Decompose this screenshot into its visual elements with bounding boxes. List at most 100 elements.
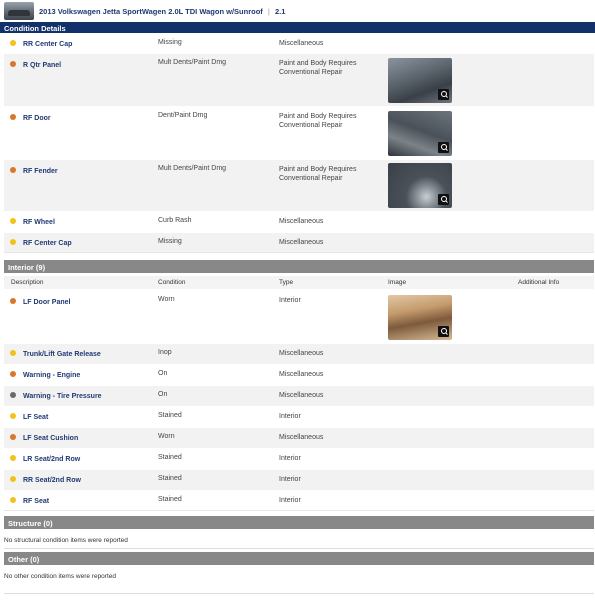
table-row: LF Seat Cushion Worn Miscellaneous — [4, 428, 594, 448]
severity-dot-icon — [10, 371, 16, 377]
table-row: RR Seat/2nd Row Stained Interior — [4, 470, 594, 490]
other-section-header[interactable]: Other (0) — [4, 552, 594, 565]
damage-photo[interactable] — [388, 295, 452, 340]
item-condition: Worn — [158, 433, 175, 440]
severity-dot-icon — [10, 392, 16, 398]
item-description[interactable]: LF Seat — [23, 414, 48, 421]
item-description[interactable]: RF Seat — [23, 498, 49, 505]
item-description[interactable]: RR Center Cap — [23, 41, 72, 48]
table-row: LR Seat/2nd Row Stained Interior — [4, 449, 594, 469]
severity-dot-icon — [10, 455, 16, 461]
item-condition: Missing — [158, 39, 182, 46]
title-separator: | — [267, 7, 270, 16]
vehicle-thumbnail[interactable] — [4, 2, 34, 20]
item-type: Miscellaneous — [279, 239, 324, 246]
column-header-description: Description — [11, 279, 44, 286]
item-type: Paint and Body Requires Conventional Rep… — [279, 60, 357, 76]
column-header-type: Type — [279, 279, 294, 286]
item-condition: Worn — [158, 296, 175, 303]
table-row: LF Door Panel Worn Interior — [4, 290, 594, 343]
table-row: Trunk/Lift Gate Release Inop Miscellaneo… — [4, 344, 594, 364]
table-row: RF Wheel Curb Rash Miscellaneous — [4, 212, 594, 232]
column-header-image: Image — [388, 279, 407, 286]
table-row: RF Center Cap Missing Miscellaneous — [4, 233, 594, 253]
item-description[interactable]: RR Seat/2nd Row — [23, 477, 81, 484]
item-type: Interior — [279, 497, 301, 504]
severity-dot-icon — [10, 40, 16, 46]
other-empty-note: No other condition items were reported — [4, 573, 117, 580]
zoom-icon[interactable] — [438, 194, 449, 205]
severity-dot-icon — [10, 239, 16, 245]
item-condition: Mult Dents/Paint Dmg — [158, 59, 227, 66]
damage-photo[interactable] — [388, 58, 452, 103]
item-type: Miscellaneous — [279, 392, 324, 399]
interior-section-title: Interior (9) — [8, 262, 46, 272]
item-type: Paint and Body Requires Conventional Rep… — [279, 166, 357, 182]
divider — [4, 548, 594, 549]
item-condition: Dent/Paint Dmg — [158, 112, 208, 119]
damage-photo[interactable] — [388, 163, 452, 208]
table-row: RF Door Dent/Paint Dmg Paint and Body Re… — [4, 107, 594, 159]
column-header-condition: Condition — [158, 279, 186, 286]
table-row: Warning - Tire Pressure On Miscellaneous — [4, 386, 594, 406]
item-description[interactable]: RF Door — [23, 115, 51, 122]
vehicle-title-line: 2013 Volkswagen Jetta SportWagen 2.0L TD… — [39, 7, 285, 16]
item-condition: Missing — [158, 238, 182, 245]
item-type: Miscellaneous — [279, 371, 324, 378]
item-description[interactable]: R Qtr Panel — [23, 62, 61, 69]
item-condition: Stained — [158, 475, 182, 482]
severity-dot-icon — [10, 218, 16, 224]
severity-dot-icon — [10, 434, 16, 440]
table-row: RR Center Cap Missing Miscellaneous — [4, 34, 594, 53]
item-description[interactable]: Warning - Engine — [23, 372, 80, 379]
divider — [4, 593, 594, 594]
item-description[interactable]: LF Door Panel — [23, 299, 70, 306]
severity-dot-icon — [10, 167, 16, 173]
condition-details-title: Condition Details — [4, 23, 66, 33]
severity-dot-icon — [10, 298, 16, 304]
item-condition: Curb Rash — [158, 217, 192, 224]
table-row: RF Fender Mult Dents/Paint Dmg Paint and… — [4, 160, 594, 211]
severity-dot-icon — [10, 350, 16, 356]
damage-photo[interactable] — [388, 111, 452, 156]
item-description[interactable]: Trunk/Lift Gate Release — [23, 351, 101, 358]
table-row: LF Seat Stained Interior — [4, 407, 594, 427]
item-condition: Stained — [158, 412, 182, 419]
item-description[interactable]: LF Seat Cushion — [23, 435, 78, 442]
item-condition: Stained — [158, 496, 182, 503]
item-type: Interior — [279, 455, 301, 462]
interior-section-header[interactable]: Interior (9) — [4, 260, 594, 273]
item-description[interactable]: RF Center Cap — [23, 240, 72, 247]
structure-section-header[interactable]: Structure (0) — [4, 516, 594, 529]
zoom-icon[interactable] — [438, 89, 449, 100]
item-condition: Inop — [158, 349, 172, 356]
zoom-icon[interactable] — [438, 142, 449, 153]
zoom-icon[interactable] — [438, 326, 449, 337]
item-type: Interior — [279, 297, 301, 304]
item-description[interactable]: RF Fender — [23, 168, 58, 175]
column-header-additional-info: Additional Info — [518, 279, 560, 286]
item-description[interactable]: LR Seat/2nd Row — [23, 456, 80, 463]
interior-column-headers: Description Condition Type Image Additio… — [4, 276, 594, 289]
item-description[interactable]: Warning - Tire Pressure — [23, 393, 102, 400]
structure-section-title: Structure (0) — [8, 518, 53, 528]
severity-dot-icon — [10, 497, 16, 503]
item-type: Paint and Body Requires Conventional Rep… — [279, 113, 357, 129]
table-row: R Qtr Panel Mult Dents/Paint Dmg Paint a… — [4, 54, 594, 106]
item-type: Miscellaneous — [279, 434, 324, 441]
condition-grade[interactable]: 2.1 — [275, 7, 285, 16]
item-description[interactable]: RF Wheel — [23, 219, 55, 226]
item-condition: Stained — [158, 454, 182, 461]
table-row: Warning - Engine On Miscellaneous — [4, 365, 594, 385]
item-type: Interior — [279, 413, 301, 420]
item-type: Miscellaneous — [279, 350, 324, 357]
item-condition: On — [158, 370, 168, 377]
severity-dot-icon — [10, 114, 16, 120]
item-condition: On — [158, 391, 168, 398]
vehicle-header: 2013 Volkswagen Jetta SportWagen 2.0L TD… — [0, 0, 595, 22]
structure-empty-note: No structural condition items were repor… — [4, 537, 128, 544]
vehicle-title[interactable]: 2013 Volkswagen Jetta SportWagen 2.0L TD… — [39, 7, 263, 16]
severity-dot-icon — [10, 476, 16, 482]
item-type: Interior — [279, 476, 301, 483]
severity-dot-icon — [10, 413, 16, 419]
